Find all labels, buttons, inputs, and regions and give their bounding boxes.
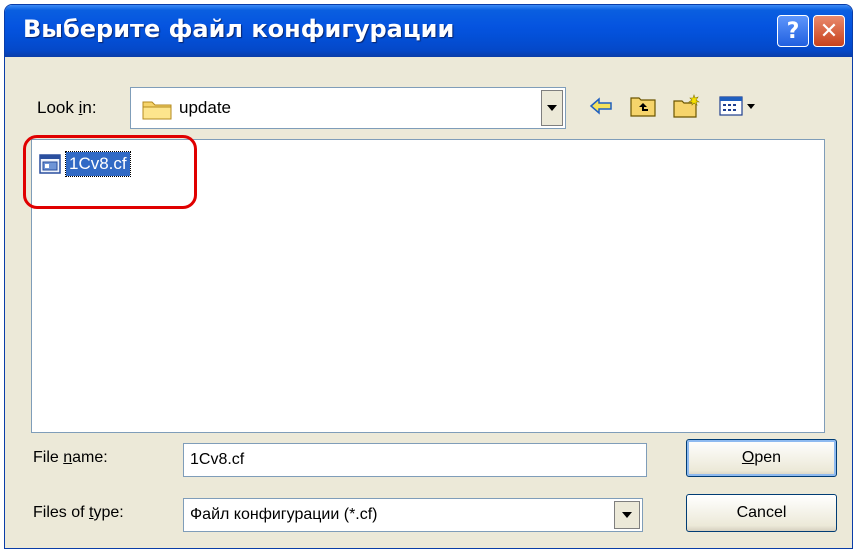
look-in-dropdown-arrow[interactable] bbox=[541, 90, 563, 126]
file-list-view[interactable]: 1Cv8.cf bbox=[31, 139, 825, 433]
file-open-dialog: Выберите файл конфигурации ? ✕ Look in: … bbox=[4, 4, 853, 549]
up-folder-icon bbox=[630, 97, 656, 117]
file-name-input[interactable] bbox=[183, 443, 647, 477]
look-in-dropdown[interactable]: update bbox=[130, 87, 566, 129]
view-menu-icon bbox=[719, 96, 755, 116]
help-button[interactable]: ? bbox=[777, 15, 809, 47]
file-item-name: 1Cv8.cf bbox=[65, 151, 131, 177]
file-item-1cv8-cf[interactable]: 1Cv8.cf bbox=[38, 150, 131, 178]
close-button[interactable]: ✕ bbox=[813, 15, 845, 47]
close-icon: ✕ bbox=[819, 18, 839, 44]
open-button[interactable]: Open bbox=[686, 439, 837, 477]
look-in-label: Look in: bbox=[37, 98, 97, 117]
look-in-value: update bbox=[179, 98, 231, 117]
back-arrow-icon bbox=[589, 97, 612, 115]
chevron-down-icon bbox=[547, 105, 557, 111]
file-name-label: File name: bbox=[33, 449, 108, 466]
file-type-dropdown-arrow[interactable] bbox=[614, 501, 640, 529]
file-type-dropdown[interactable]: Файл конфигурации (*.cf) bbox=[183, 498, 643, 532]
folder-icon bbox=[142, 98, 172, 125]
file-type-value: Файл конфигурации (*.cf) bbox=[190, 506, 378, 523]
dialog-title: Выберите файл конфигурации bbox=[23, 15, 455, 43]
cancel-button[interactable]: Cancel bbox=[686, 494, 837, 532]
chevron-down-icon bbox=[622, 512, 632, 518]
config-file-icon bbox=[39, 154, 61, 174]
create-new-folder-button[interactable] bbox=[673, 93, 701, 119]
back-button[interactable] bbox=[587, 93, 615, 119]
file-type-label: Files of type: bbox=[33, 504, 124, 521]
help-icon: ? bbox=[786, 18, 800, 44]
title-bar[interactable]: Выберите файл конфигурации ? ✕ bbox=[5, 5, 852, 57]
view-menu-button[interactable] bbox=[717, 93, 761, 119]
new-folder-icon bbox=[673, 94, 700, 118]
up-one-level-button[interactable] bbox=[629, 93, 657, 119]
